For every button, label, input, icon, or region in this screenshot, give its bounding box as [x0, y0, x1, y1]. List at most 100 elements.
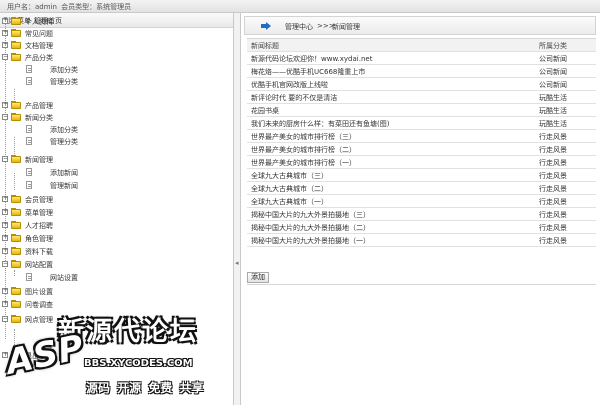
expand-icon[interactable]: +: [2, 18, 8, 24]
table-row[interactable]: 全球九大古典城市（一） 行走风景: [247, 195, 596, 208]
tree-item-label: 文档管理: [25, 42, 53, 50]
table-row[interactable]: 新源代码论坛欢迎你！www.xydai.net 公司新闻: [247, 52, 596, 65]
table-row[interactable]: 揭秘中国大片的九大外景拍摄地（二） 行走风景: [247, 221, 596, 234]
table-row[interactable]: 优酷手机官网改版上线啦 公司新闻: [247, 78, 596, 91]
news-category-cell: 行走风景: [539, 198, 567, 206]
news-title-cell[interactable]: 世界最产美女的城市排行榜（二）: [251, 145, 356, 155]
expand-icon[interactable]: +: [2, 209, 8, 215]
tree-item-manage-category[interactable]: 管理分类: [0, 76, 120, 88]
tree-item-manage-news-category[interactable]: 管理分类: [0, 136, 120, 148]
folder-open-icon: [11, 260, 21, 268]
news-title-cell[interactable]: 揭秘中国大片的九大外景拍摄地（一）: [251, 236, 370, 246]
username-label: 用户名：admin: [7, 3, 57, 11]
tree-item-label: 产品分类: [25, 54, 53, 62]
collapse-arrow-icon[interactable]: ◂: [235, 258, 240, 268]
tree-item-news-management[interactable]: − 新闻管理: [0, 154, 120, 166]
expand-icon[interactable]: +: [2, 288, 8, 294]
news-title-cell[interactable]: 梅花烙——优酷手机UC668隆重上市: [251, 67, 365, 77]
tree-item-manage-news[interactable]: 管理新闻: [0, 180, 120, 192]
table-row[interactable]: 揭秘中国大片的九大外景拍摄地（三） 行走风景: [247, 208, 596, 221]
page-icon: [26, 181, 32, 189]
tree-item-news-category[interactable]: − 新闻分类: [0, 112, 120, 124]
tree-item-add-news-category[interactable]: 添加分类: [0, 124, 120, 136]
table-row[interactable]: 新评论时代 要的不仅是清洁 玩酷生活: [247, 91, 596, 104]
tree-item-label: 添加新闻: [50, 169, 78, 177]
collapse-icon[interactable]: −: [2, 54, 8, 60]
news-category-cell: 行走风景: [539, 146, 567, 154]
tree-item-image-settings[interactable]: + 图片设置: [0, 286, 120, 298]
news-title-cell[interactable]: 新评论时代 要的不仅是清洁: [251, 93, 337, 103]
news-title-cell[interactable]: 我们未来的厨房什么样：有菜田还有鱼塘(图): [251, 119, 389, 129]
tree-item-label: 人才招聘: [25, 222, 53, 230]
expand-icon[interactable]: +: [2, 222, 8, 228]
tree-item-product-category[interactable]: − 产品分类: [0, 52, 120, 64]
news-title-cell[interactable]: 全球九大古典城市（二）: [251, 184, 328, 194]
expand-icon[interactable]: +: [2, 42, 8, 48]
watermark-slogan: 源码 开源 免费 共享: [86, 381, 204, 395]
expand-icon[interactable]: +: [2, 30, 8, 36]
table-row[interactable]: 世界最产美女的城市排行榜（二） 行走风景: [247, 143, 596, 156]
user-info: 用户名：admin 会员类型：系统管理员: [7, 2, 133, 12]
panel-splitter[interactable]: ◂: [234, 13, 241, 405]
folder-icon: [11, 234, 21, 242]
tree-item-label: 管理新闻: [50, 182, 78, 190]
news-title-cell[interactable]: 花园书桌: [251, 106, 279, 116]
tree-item-site-config[interactable]: − 网站配置: [0, 259, 120, 271]
collapse-icon[interactable]: −: [2, 114, 8, 120]
news-title-cell[interactable]: 全球九大古典城市（一）: [251, 197, 328, 207]
table-row[interactable]: 全球九大古典城市（二） 行走风景: [247, 182, 596, 195]
page-icon: [26, 273, 32, 281]
page-icon: [26, 125, 32, 133]
news-category-cell: 行走风景: [539, 133, 567, 141]
tree-item-menus[interactable]: + 菜单管理: [0, 207, 120, 219]
table-row[interactable]: 全球九大古典城市（三） 行走风景: [247, 169, 596, 182]
table-row[interactable]: 世界最产美女的城市排行榜（一） 行走风景: [247, 156, 596, 169]
page-icon: [26, 65, 32, 73]
breadcrumb: 管理中心 >>> 新闻管理: [244, 16, 596, 35]
expand-icon[interactable]: +: [2, 248, 8, 254]
table-row[interactable]: 世界最产美女的城市排行榜（三） 行走风景: [247, 130, 596, 143]
collapse-icon[interactable]: −: [2, 261, 8, 267]
tree-item-label: 资料下载: [25, 248, 53, 256]
folder-icon: [11, 17, 21, 25]
tree-item-roles[interactable]: + 角色管理: [0, 233, 120, 245]
tree-item-faq[interactable]: + 常见问题: [0, 28, 120, 40]
tree-item-add-category[interactable]: 添加分类: [0, 64, 120, 76]
folder-icon: [11, 221, 21, 229]
tree-item-label: 管理分类: [50, 138, 78, 146]
collapse-icon[interactable]: −: [2, 156, 8, 162]
news-title-cell[interactable]: 世界最产美女的城市排行榜（一）: [251, 158, 356, 168]
table-header-row: 新闻标题 所属分类: [247, 39, 596, 52]
column-header-category: 所属分类: [539, 42, 567, 50]
tree-item-product-management[interactable]: + 产品管理: [0, 100, 120, 112]
news-title-cell[interactable]: 揭秘中国大片的九大外景拍摄地（二）: [251, 223, 370, 233]
news-title-cell[interactable]: 新源代码论坛欢迎你！www.xydai.net: [251, 54, 372, 64]
news-title-cell[interactable]: 优酷手机官网改版上线啦: [251, 80, 328, 90]
news-title-cell[interactable]: 揭秘中国大片的九大外景拍摄地（三）: [251, 210, 370, 220]
tree-item-members[interactable]: + 会员管理: [0, 194, 120, 206]
news-category-cell: 公司新闻: [539, 55, 567, 63]
tree-item-label: 网站设置: [50, 274, 78, 282]
tree-item-site-settings[interactable]: 网站设置: [0, 272, 120, 284]
news-title-cell[interactable]: 全球九大古典城市（三）: [251, 171, 328, 181]
folder-icon: [11, 41, 21, 49]
news-title-cell[interactable]: 世界最产美女的城市排行榜（三）: [251, 132, 356, 142]
expand-icon[interactable]: +: [2, 235, 8, 241]
expand-icon[interactable]: +: [2, 196, 8, 202]
add-news-button[interactable]: 添加: [247, 272, 269, 283]
table-row[interactable]: 揭秘中国大片的九大外景拍摄地（一） 行走风景: [247, 234, 596, 247]
breadcrumb-home[interactable]: 管理中心: [285, 22, 313, 32]
tree-item-downloads[interactable]: + 资料下载: [0, 246, 120, 258]
table-row[interactable]: 花园书桌 玩酷生活: [247, 104, 596, 117]
tree-item-profile[interactable]: + 个人资料: [0, 16, 120, 28]
column-header-title: 新闻标题: [251, 42, 279, 50]
folder-open-icon: [11, 53, 21, 61]
expand-icon[interactable]: +: [2, 102, 8, 108]
tree-item-documents[interactable]: + 文档管理: [0, 40, 120, 52]
table-row[interactable]: 梅花烙——优酷手机UC668隆重上市 公司新闻: [247, 65, 596, 78]
folder-icon: [11, 29, 21, 37]
table-row[interactable]: 我们未来的厨房什么样：有菜田还有鱼塘(图) 玩酷生活: [247, 117, 596, 130]
tree-item-add-news[interactable]: 添加新闻: [0, 167, 120, 179]
tree-item-recruitment[interactable]: + 人才招聘: [0, 220, 120, 232]
news-category-cell: 行走风景: [539, 185, 567, 193]
